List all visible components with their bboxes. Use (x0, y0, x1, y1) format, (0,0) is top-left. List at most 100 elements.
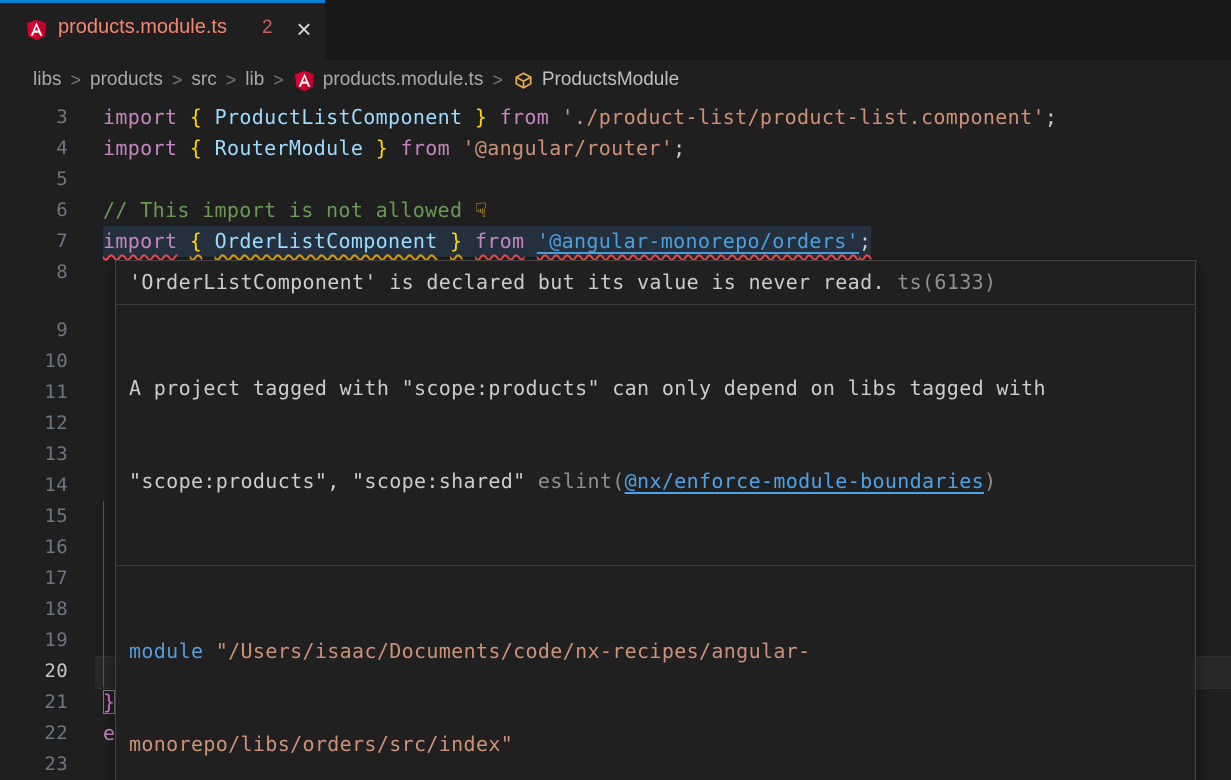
code-token (450, 136, 462, 160)
line-number: 8 (0, 257, 68, 288)
code-line-4[interactable]: 4 import { RouterModule } from '@angular/… (0, 133, 1231, 164)
line-number: 19 (0, 625, 68, 656)
code-token: } (376, 136, 388, 160)
line-number: 17 (0, 563, 68, 594)
code-token: ; (673, 136, 685, 160)
eslint-rule-link[interactable]: @nx/enforce-module-boundaries (625, 469, 984, 493)
code-token: from (475, 229, 525, 253)
code-token: ProductListComponent (215, 105, 463, 129)
code-token (549, 105, 561, 129)
code-token: './product-list/product-list.component' (562, 105, 1045, 129)
code-token: // This import is not allowed (103, 198, 475, 222)
code-token: { (190, 105, 202, 129)
module-path-line1: module "/Users/isaac/Documents/code/nx-r… (129, 636, 1182, 667)
module-path-line2: monorepo/libs/orders/src/index" (129, 729, 1182, 760)
eslint-message-line1: A project tagged with "scope:products" c… (129, 373, 1182, 404)
code-token: import (103, 229, 177, 253)
line-number: 14 (0, 470, 68, 501)
code-token: } (450, 229, 462, 253)
line-number: 4 (0, 133, 68, 164)
ts-diagnostic-message: 'OrderListComponent' is declared but its… (129, 270, 897, 294)
tab-problem-count: 2 (262, 17, 273, 39)
line-number: 13 (0, 439, 68, 470)
breadcrumb-item-libs[interactable]: libs (33, 69, 62, 91)
code-token (388, 136, 400, 160)
angular-file-icon (294, 70, 315, 91)
line-number: 5 (0, 164, 68, 195)
code-token (202, 136, 214, 160)
tab-close-icon[interactable]: × (288, 12, 320, 46)
chevron-right-icon: > (172, 70, 183, 91)
line-number: 15 (0, 501, 68, 532)
code-token (177, 229, 189, 253)
code-token (462, 105, 474, 129)
line-number: 22 (0, 718, 68, 749)
code-token (363, 136, 375, 160)
code-token (202, 229, 214, 253)
line-number: 11 (0, 377, 68, 408)
code-token: } (103, 690, 115, 714)
code-line-5[interactable]: 5 (0, 164, 1231, 195)
line-number: 21 (0, 687, 68, 718)
code-token (177, 105, 189, 129)
line-number: 6 (0, 195, 68, 226)
code-token (202, 105, 214, 129)
line-number: 16 (0, 532, 68, 563)
eslint-message-line2: "scope:products", "scope:shared" eslint(… (129, 466, 1182, 497)
code-token: } (475, 105, 487, 129)
breadcrumb-item-products[interactable]: products (90, 69, 163, 91)
code-token (487, 105, 499, 129)
code-line-6[interactable]: 6 // This import is not allowed ☟ (0, 195, 1231, 226)
ts-diagnostic-code: ts(6133) (897, 270, 996, 294)
hover-popup: 'OrderListComponent' is declared but its… (115, 260, 1196, 780)
code-token: '@angular/router' (462, 136, 673, 160)
vscode-window: products.module.ts 2 × libs > products > src… (0, 0, 1231, 780)
line-number: 9 (0, 315, 68, 346)
code-text: // This import is not allowed ☟ (103, 195, 487, 226)
code-token (438, 229, 450, 253)
breadcrumb-item-file[interactable]: products.module.ts (323, 69, 484, 91)
line-number: 23 (0, 749, 68, 780)
tab-title: products.module.ts (58, 16, 227, 39)
hover-eslint-diagnostic: A project tagged with "scope:products" c… (116, 305, 1195, 566)
code-line-3[interactable]: 3 import { ProductListComponent } from '.… (0, 102, 1231, 133)
code-text: import { OrderListComponent } from '@ang… (103, 226, 871, 257)
hover-ts-diagnostic: 'OrderListComponent' is declared but its… (116, 261, 1195, 305)
code-token: ☟ (475, 198, 488, 222)
chevron-right-icon: > (71, 70, 82, 91)
code-token (462, 229, 474, 253)
symbol-class-icon (513, 70, 534, 91)
active-tab-indicator (0, 0, 325, 3)
tab-bar: products.module.ts 2 × (0, 0, 1231, 60)
editor-tab[interactable]: products.module.ts 2 × (0, 0, 326, 60)
line-number: 7 (0, 226, 68, 257)
code-token: OrderListComponent (215, 229, 438, 253)
breadcrumb-item-src[interactable]: src (191, 69, 216, 91)
code-token: '@angular-monorepo/orders' (537, 229, 859, 253)
code-text: import { RouterModule } from '@angular/r… (103, 133, 686, 164)
line-number: 18 (0, 594, 68, 625)
hover-module-info: module "/Users/isaac/Documents/code/nx-r… (116, 566, 1195, 780)
code-token: ; (1045, 105, 1057, 129)
code-token: from (500, 105, 550, 129)
line-number: 20 (0, 656, 68, 687)
code-text: import { ProductListComponent } from './… (103, 102, 1057, 133)
code-token: { (190, 136, 202, 160)
code-token: ; (859, 229, 871, 253)
code-token (524, 229, 536, 253)
line-number: 3 (0, 102, 68, 133)
line-number: 12 (0, 408, 68, 439)
chevron-right-icon: > (492, 70, 503, 91)
breadcrumb-item-symbol[interactable]: ProductsModule (542, 69, 679, 91)
chevron-right-icon: > (273, 70, 284, 91)
code-token: from (401, 136, 451, 160)
code-token: import (103, 105, 177, 129)
chevron-right-icon: > (226, 70, 237, 91)
code-token: RouterModule (215, 136, 364, 160)
breadcrumb-item-lib[interactable]: lib (245, 69, 264, 91)
breadcrumb: libs > products > src > lib > products.module.t… (0, 60, 1231, 100)
code-line-7[interactable]: 7 import { OrderListComponent } from '@an… (0, 226, 1231, 257)
code-token: { (190, 229, 202, 253)
code-token (177, 136, 189, 160)
angular-icon (26, 19, 47, 41)
